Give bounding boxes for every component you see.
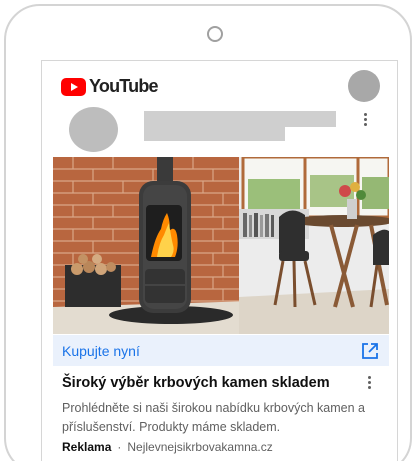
ad-description: Prohlédněte si naši širokou nabídku krbo… (62, 401, 365, 434)
youtube-wordmark: YouTube (89, 76, 159, 96)
channel-avatar-placeholder (69, 107, 118, 152)
account-avatar[interactable] (348, 70, 380, 102)
phone-screen: YouTube Kupujte nyní Široký výběr krbový… (41, 60, 398, 461)
cta-label[interactable]: Kupujte nyní (62, 343, 140, 359)
cta-bar[interactable]: Kupujte nyní (53, 335, 389, 366)
channel-subtitle-placeholder (144, 127, 285, 141)
ad-footer: Reklama · Nejlevnejsikrbovakamna.cz (62, 440, 273, 454)
open-in-new-icon[interactable] (360, 341, 380, 361)
phone-frame: YouTube Kupujte nyní Široký výběr krbový… (4, 4, 412, 461)
more-options-icon[interactable] (363, 113, 367, 126)
ad-domain[interactable]: Nejlevnejsikrbovakamna.cz (127, 440, 272, 454)
youtube-logo[interactable]: YouTube (61, 76, 159, 97)
ad-title[interactable]: Široký výběr krbových kamen skladem (62, 375, 330, 391)
ad-image[interactable] (53, 157, 389, 334)
channel-name-placeholder (144, 111, 336, 127)
camera-icon (207, 26, 223, 42)
ad-more-options-icon[interactable] (367, 376, 371, 389)
youtube-play-icon (61, 77, 86, 96)
ad-badge: Reklama (62, 440, 112, 454)
separator: · (117, 440, 122, 454)
